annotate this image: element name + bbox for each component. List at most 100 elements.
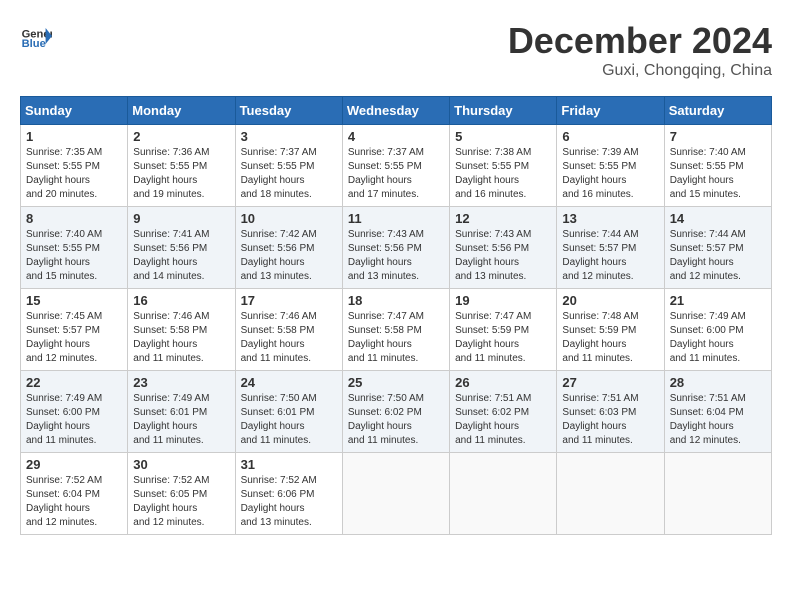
day-cell-26: 26 Sunrise: 7:51 AMSunset: 6:02 PMDaylig… (450, 371, 557, 453)
day-number: 5 (455, 129, 551, 144)
day-number: 24 (241, 375, 337, 390)
day-cell-11: 11 Sunrise: 7:43 AMSunset: 5:56 PMDaylig… (342, 207, 449, 289)
day-info: Sunrise: 7:43 AMSunset: 5:56 PMDaylight … (348, 228, 444, 284)
day-info: Sunrise: 7:39 AMSunset: 5:55 PMDaylight … (562, 146, 658, 202)
day-info: Sunrise: 7:51 AMSunset: 6:04 PMDaylight … (670, 392, 766, 448)
day-cell-24: 24 Sunrise: 7:50 AMSunset: 6:01 PMDaylig… (235, 371, 342, 453)
week-row-5: 29 Sunrise: 7:52 AMSunset: 6:04 PMDaylig… (21, 453, 772, 535)
month-title: December 2024 (508, 20, 772, 62)
day-number: 21 (670, 293, 766, 308)
day-cell-28: 28 Sunrise: 7:51 AMSunset: 6:04 PMDaylig… (664, 371, 771, 453)
day-cell-15: 15 Sunrise: 7:45 AMSunset: 5:57 PMDaylig… (21, 289, 128, 371)
day-number: 16 (133, 293, 229, 308)
day-number: 9 (133, 211, 229, 226)
day-info: Sunrise: 7:50 AMSunset: 6:01 PMDaylight … (241, 392, 337, 448)
day-number: 2 (133, 129, 229, 144)
day-number: 23 (133, 375, 229, 390)
day-cell-13: 13 Sunrise: 7:44 AMSunset: 5:57 PMDaylig… (557, 207, 664, 289)
day-info: Sunrise: 7:47 AMSunset: 5:59 PMDaylight … (455, 310, 551, 366)
day-cell-14: 14 Sunrise: 7:44 AMSunset: 5:57 PMDaylig… (664, 207, 771, 289)
header-thursday: Thursday (450, 97, 557, 125)
day-number: 31 (241, 457, 337, 472)
day-number: 18 (348, 293, 444, 308)
day-number: 6 (562, 129, 658, 144)
day-cell-29: 29 Sunrise: 7:52 AMSunset: 6:04 PMDaylig… (21, 453, 128, 535)
day-cell-6: 6 Sunrise: 7:39 AMSunset: 5:55 PMDayligh… (557, 125, 664, 207)
week-row-2: 8 Sunrise: 7:40 AMSunset: 5:55 PMDayligh… (21, 207, 772, 289)
day-number: 15 (26, 293, 122, 308)
empty-cell (557, 453, 664, 535)
header-saturday: Saturday (664, 97, 771, 125)
day-cell-25: 25 Sunrise: 7:50 AMSunset: 6:02 PMDaylig… (342, 371, 449, 453)
day-cell-9: 9 Sunrise: 7:41 AMSunset: 5:56 PMDayligh… (128, 207, 235, 289)
day-info: Sunrise: 7:46 AMSunset: 5:58 PMDaylight … (241, 310, 337, 366)
day-info: Sunrise: 7:50 AMSunset: 6:02 PMDaylight … (348, 392, 444, 448)
day-cell-8: 8 Sunrise: 7:40 AMSunset: 5:55 PMDayligh… (21, 207, 128, 289)
day-number: 27 (562, 375, 658, 390)
day-info: Sunrise: 7:37 AMSunset: 5:55 PMDaylight … (348, 146, 444, 202)
day-cell-27: 27 Sunrise: 7:51 AMSunset: 6:03 PMDaylig… (557, 371, 664, 453)
day-cell-17: 17 Sunrise: 7:46 AMSunset: 5:58 PMDaylig… (235, 289, 342, 371)
day-info: Sunrise: 7:51 AMSunset: 6:02 PMDaylight … (455, 392, 551, 448)
day-cell-23: 23 Sunrise: 7:49 AMSunset: 6:01 PMDaylig… (128, 371, 235, 453)
header-wednesday: Wednesday (342, 97, 449, 125)
header-friday: Friday (557, 97, 664, 125)
day-number: 10 (241, 211, 337, 226)
day-number: 1 (26, 129, 122, 144)
day-info: Sunrise: 7:37 AMSunset: 5:55 PMDaylight … (241, 146, 337, 202)
weekday-header-row: Sunday Monday Tuesday Wednesday Thursday… (21, 97, 772, 125)
day-number: 8 (26, 211, 122, 226)
day-cell-30: 30 Sunrise: 7:52 AMSunset: 6:05 PMDaylig… (128, 453, 235, 535)
day-info: Sunrise: 7:49 AMSunset: 6:00 PMDaylight … (670, 310, 766, 366)
day-info: Sunrise: 7:47 AMSunset: 5:58 PMDaylight … (348, 310, 444, 366)
day-info: Sunrise: 7:49 AMSunset: 6:01 PMDaylight … (133, 392, 229, 448)
day-info: Sunrise: 7:52 AMSunset: 6:04 PMDaylight … (26, 474, 122, 530)
header-sunday: Sunday (21, 97, 128, 125)
day-number: 12 (455, 211, 551, 226)
day-number: 22 (26, 375, 122, 390)
day-number: 13 (562, 211, 658, 226)
day-info: Sunrise: 7:52 AMSunset: 6:05 PMDaylight … (133, 474, 229, 530)
day-info: Sunrise: 7:52 AMSunset: 6:06 PMDaylight … (241, 474, 337, 530)
day-info: Sunrise: 7:40 AMSunset: 5:55 PMDaylight … (26, 228, 122, 284)
day-cell-12: 12 Sunrise: 7:43 AMSunset: 5:56 PMDaylig… (450, 207, 557, 289)
day-cell-16: 16 Sunrise: 7:46 AMSunset: 5:58 PMDaylig… (128, 289, 235, 371)
title-block: December 2024 Guxi, Chongqing, China (508, 20, 772, 80)
logo-icon: General Blue (20, 20, 52, 52)
calendar-table: Sunday Monday Tuesday Wednesday Thursday… (20, 96, 772, 535)
day-info: Sunrise: 7:44 AMSunset: 5:57 PMDaylight … (562, 228, 658, 284)
day-cell-22: 22 Sunrise: 7:49 AMSunset: 6:00 PMDaylig… (21, 371, 128, 453)
day-info: Sunrise: 7:51 AMSunset: 6:03 PMDaylight … (562, 392, 658, 448)
week-row-1: 1 Sunrise: 7:35 AMSunset: 5:55 PMDayligh… (21, 125, 772, 207)
day-info: Sunrise: 7:35 AMSunset: 5:55 PMDaylight … (26, 146, 122, 202)
day-number: 26 (455, 375, 551, 390)
day-cell-21: 21 Sunrise: 7:49 AMSunset: 6:00 PMDaylig… (664, 289, 771, 371)
day-cell-2: 2 Sunrise: 7:36 AMSunset: 5:55 PMDayligh… (128, 125, 235, 207)
day-info: Sunrise: 7:48 AMSunset: 5:59 PMDaylight … (562, 310, 658, 366)
day-cell-20: 20 Sunrise: 7:48 AMSunset: 5:59 PMDaylig… (557, 289, 664, 371)
day-number: 4 (348, 129, 444, 144)
day-number: 20 (562, 293, 658, 308)
day-cell-10: 10 Sunrise: 7:42 AMSunset: 5:56 PMDaylig… (235, 207, 342, 289)
day-info: Sunrise: 7:46 AMSunset: 5:58 PMDaylight … (133, 310, 229, 366)
svg-text:Blue: Blue (22, 38, 46, 50)
day-number: 19 (455, 293, 551, 308)
day-number: 3 (241, 129, 337, 144)
header-monday: Monday (128, 97, 235, 125)
day-info: Sunrise: 7:41 AMSunset: 5:56 PMDaylight … (133, 228, 229, 284)
day-info: Sunrise: 7:36 AMSunset: 5:55 PMDaylight … (133, 146, 229, 202)
header-tuesday: Tuesday (235, 97, 342, 125)
day-cell-7: 7 Sunrise: 7:40 AMSunset: 5:55 PMDayligh… (664, 125, 771, 207)
day-number: 30 (133, 457, 229, 472)
day-info: Sunrise: 7:42 AMSunset: 5:56 PMDaylight … (241, 228, 337, 284)
day-number: 11 (348, 211, 444, 226)
day-info: Sunrise: 7:44 AMSunset: 5:57 PMDaylight … (670, 228, 766, 284)
empty-cell (450, 453, 557, 535)
day-cell-18: 18 Sunrise: 7:47 AMSunset: 5:58 PMDaylig… (342, 289, 449, 371)
day-cell-5: 5 Sunrise: 7:38 AMSunset: 5:55 PMDayligh… (450, 125, 557, 207)
location: Guxi, Chongqing, China (508, 62, 772, 80)
day-number: 25 (348, 375, 444, 390)
day-cell-3: 3 Sunrise: 7:37 AMSunset: 5:55 PMDayligh… (235, 125, 342, 207)
empty-cell (664, 453, 771, 535)
week-row-3: 15 Sunrise: 7:45 AMSunset: 5:57 PMDaylig… (21, 289, 772, 371)
